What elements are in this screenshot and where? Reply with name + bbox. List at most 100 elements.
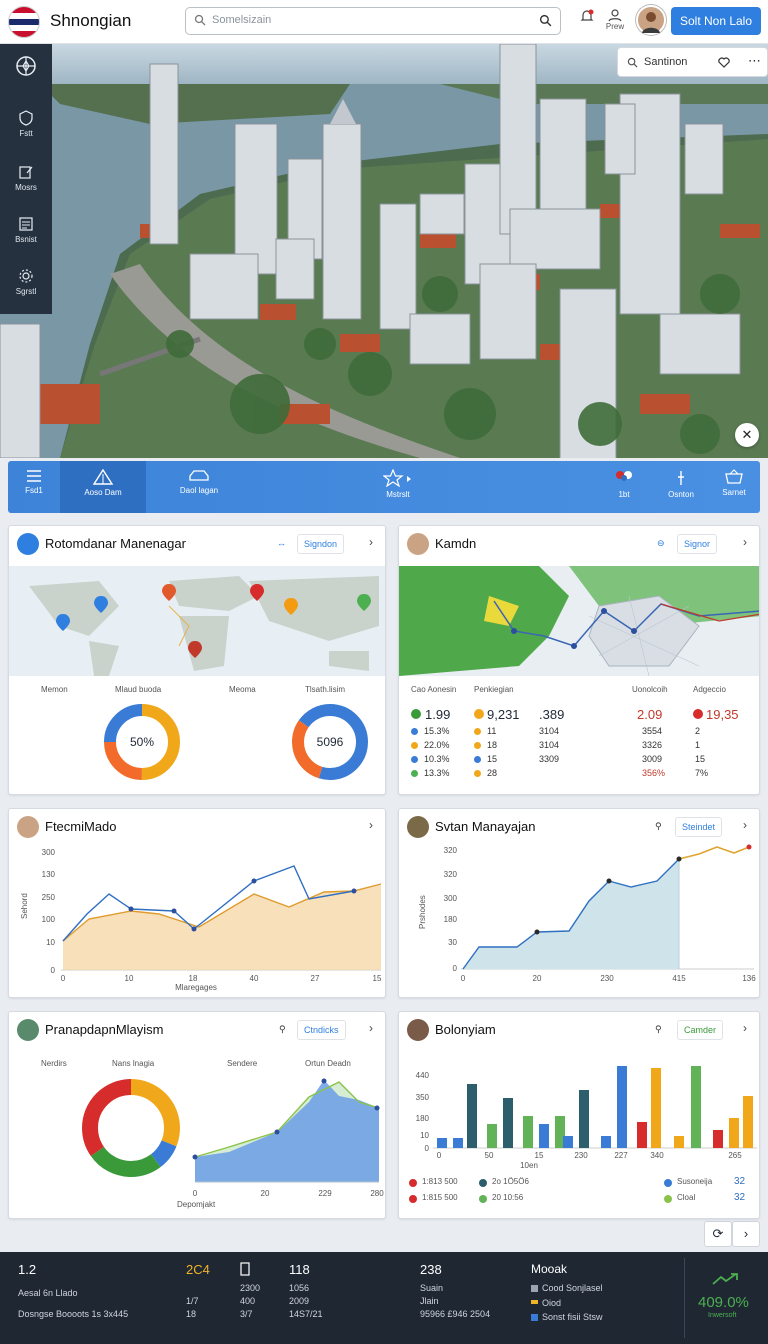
table-cell: 13.3%: [424, 768, 450, 778]
y-tick: 180: [444, 915, 458, 924]
document-icon: [19, 217, 33, 231]
footer-text: 1/7: [186, 1296, 199, 1306]
legend-dot: [411, 728, 418, 735]
chevron-right-icon[interactable]: ›: [369, 818, 373, 832]
x-axis-label: Mlaregages: [175, 983, 217, 992]
avatar[interactable]: [636, 5, 666, 35]
avatar: [17, 1019, 39, 1041]
y-tick: 130: [42, 870, 56, 879]
menu-icon: [27, 470, 41, 482]
signor-chip[interactable]: Signor: [677, 534, 718, 554]
legend-dot: [664, 1179, 672, 1187]
refresh-button[interactable]: ⟳: [704, 1221, 732, 1247]
column-header: Cao Aonesin: [411, 685, 457, 694]
search-input[interactable]: Somelsizain: [185, 7, 561, 35]
legend-dot: [409, 1195, 417, 1203]
x-tick: 20: [533, 974, 542, 983]
signdon-chip[interactable]: Signdon: [297, 534, 345, 554]
table-cell: 3326: [642, 740, 663, 750]
tab-1bt[interactable]: 1bt: [606, 461, 642, 513]
legend-dot: [474, 756, 481, 763]
sidebar-item-moves[interactable]: Mosrs: [0, 164, 52, 192]
bar: [437, 1138, 447, 1148]
sidebar-logo[interactable]: [0, 54, 52, 81]
donut-chart-3: [82, 1079, 180, 1177]
footer-text: 400: [240, 1296, 256, 1306]
expand-icon[interactable]: ↔: [271, 534, 292, 554]
bar: [453, 1138, 463, 1148]
tab-label: Osnton: [668, 490, 694, 499]
card-title: Kamdn: [435, 536, 477, 551]
y-axis-label: Prshodes: [418, 895, 427, 929]
stat-value: 19,35: [706, 707, 739, 722]
legend-value: 32: [734, 1176, 746, 1187]
heart-icon[interactable]: [718, 57, 730, 68]
search-icon: [194, 14, 206, 26]
x-axis-label: 10en: [520, 1161, 538, 1170]
sidebar-item-label: Fstt: [19, 129, 33, 138]
column-header: Adgeccio: [693, 685, 726, 694]
footer-text: 1056: [289, 1283, 310, 1293]
primary-action-button[interactable]: Solt Non Lalo: [671, 7, 761, 35]
tab-aoso-dam[interactable]: Aoso Dam: [60, 461, 146, 513]
tab-daol-lagan[interactable]: Daol lagan: [156, 461, 242, 513]
card-kamdn: Kamdn ⊖ Signor › Cao Aonesin Penkiegian …: [398, 525, 760, 795]
close-button[interactable]: ✕: [735, 423, 759, 447]
bar-chart: 440 350 180 10 0 0 50 15 230 227 340 265…: [416, 1066, 757, 1170]
chevron-right-icon[interactable]: ›: [743, 1021, 747, 1035]
growth-percent: 409.0%: [698, 1294, 749, 1311]
search-icon[interactable]: ⚲: [649, 817, 668, 837]
next-page-button[interactable]: ›: [732, 1221, 760, 1247]
bar: [539, 1124, 549, 1148]
tab-osnton[interactable]: Osnton: [660, 461, 702, 513]
card-title: Svtan Manayajan: [435, 819, 536, 834]
camder-chip[interactable]: Camder: [677, 1020, 724, 1040]
compass-icon: [16, 56, 36, 76]
legend-label: Susoneija: [677, 1177, 713, 1186]
legend-swatch: [531, 1285, 538, 1292]
card-ftecmimado: FtecmiMado › 300 130 250 100 10 0 Sehord…: [8, 808, 386, 998]
tab-first[interactable]: Fsd1: [8, 461, 60, 513]
growth-label: Inwersoft: [708, 1312, 737, 1319]
x-tick: 230: [574, 1151, 588, 1160]
city-aerial-image: [0, 44, 768, 458]
area-chart: 320 320 300 180 30 0 Prshodes 0 20 230 4…: [418, 844, 756, 983]
zoom-icon[interactable]: ⊖: [651, 534, 671, 554]
y-tick: 440: [416, 1071, 430, 1080]
star-icon: [383, 469, 411, 487]
ctndicks-chip[interactable]: Ctndicks: [297, 1020, 346, 1040]
x-tick: 15: [535, 1151, 544, 1160]
y-tick: 0: [453, 964, 458, 973]
location-search-box[interactable]: Santinon ⋯: [617, 47, 768, 77]
table-cell: 2: [695, 726, 701, 736]
tab-label: 1bt: [618, 490, 630, 499]
more-icon[interactable]: ⋯: [748, 53, 761, 69]
tab-mstrslt[interactable]: Mstrslt: [358, 461, 438, 513]
search-placeholder: Somelsizain: [212, 14, 272, 26]
steindet-chip[interactable]: Steindet: [675, 817, 723, 837]
search-icon[interactable]: ⚲: [273, 1020, 292, 1040]
legend-dot: [474, 742, 481, 749]
notification-button[interactable]: [574, 8, 600, 26]
footer-text: Suain: [420, 1283, 444, 1293]
column-header: Uonolcoih: [632, 685, 668, 694]
chevron-right-icon[interactable]: ›: [743, 818, 747, 832]
x-tick: 27: [311, 974, 320, 983]
chevron-right-icon[interactable]: ›: [369, 1021, 373, 1035]
search-submit-icon[interactable]: [539, 14, 552, 27]
sidebar-item-label: Sgrstl: [15, 287, 37, 296]
y-tick: 10: [46, 938, 55, 947]
search-icon[interactable]: ⚲: [649, 1020, 668, 1040]
profile-menu-button[interactable]: Prew: [602, 8, 628, 31]
chevron-right-icon[interactable]: ›: [369, 535, 373, 549]
sidebar-item-settings[interactable]: Sgrstl: [0, 268, 52, 296]
x-tick: 0: [61, 974, 66, 983]
footer-stat: Mooak: [531, 1262, 568, 1276]
footer-stat: 118: [289, 1262, 310, 1277]
card-title: FtecmiMado: [45, 819, 117, 834]
table-cell: 11: [487, 726, 497, 736]
chevron-right-icon[interactable]: ›: [743, 535, 747, 549]
sidebar-item-first[interactable]: Fstt: [0, 110, 52, 138]
tab-sarnet[interactable]: Sarnet: [714, 461, 754, 513]
sidebar-item-basket[interactable]: Bsnist: [0, 216, 52, 244]
